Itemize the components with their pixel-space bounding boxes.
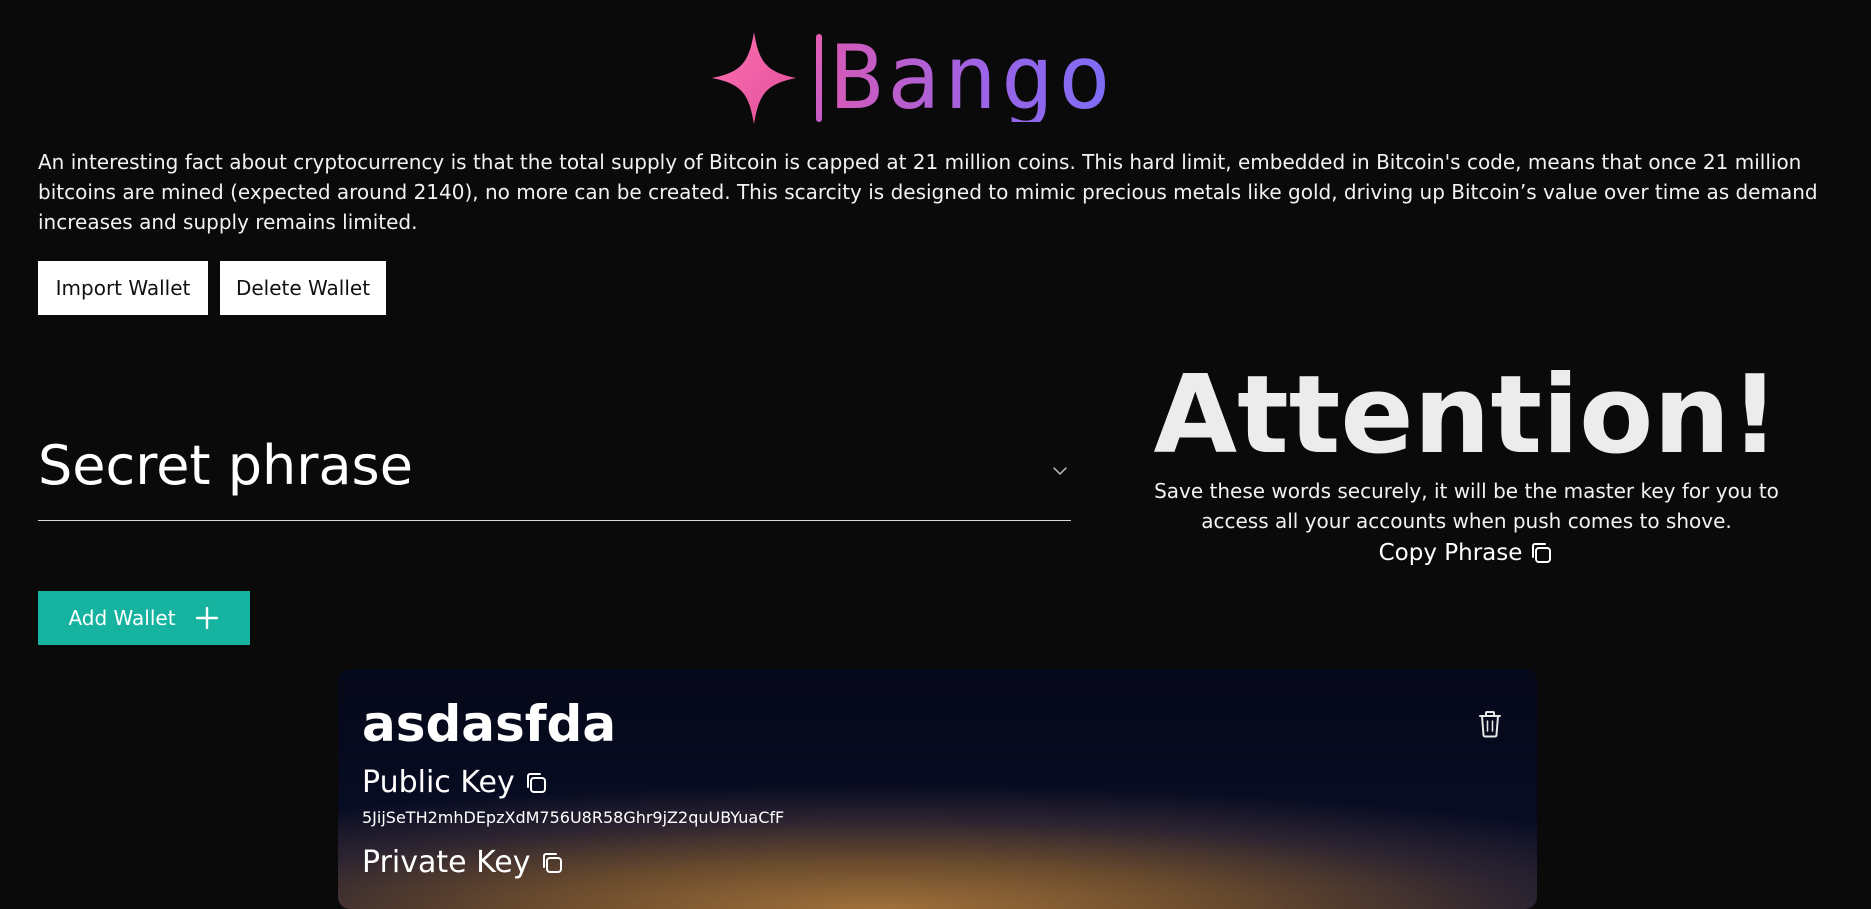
attention-message: Save these words securely, it will be th… [1154, 479, 1779, 533]
copy-phrase-label: Copy Phrase [1378, 540, 1523, 566]
wallet-card: asdasfda Public Key 5JijSeTH2mhDEpzXdM75… [338, 669, 1537, 909]
public-key-label: Public Key [362, 765, 515, 800]
attention-panel: Attention! Save these words securely, it… [1130, 353, 1803, 567]
copy-private-key-icon[interactable] [539, 850, 565, 876]
plus-icon [195, 606, 218, 630]
public-key-row: Public Key [362, 765, 549, 800]
logo-text: Bango [830, 26, 1115, 129]
add-wallet-label: Add Wallet [68, 606, 176, 630]
logo-divider [816, 34, 822, 122]
import-wallet-button[interactable]: Import Wallet [38, 261, 208, 315]
chevron-down-icon[interactable] [1051, 462, 1069, 480]
private-key-row: Private Key [362, 845, 565, 880]
copy-phrase-button[interactable]: Copy Phrase [1379, 540, 1555, 566]
wallet-name: asdasfda [362, 695, 617, 753]
secret-phrase-title: Secret phrase [38, 434, 413, 497]
secret-phrase-accordion[interactable]: Secret phrase [38, 420, 1071, 521]
delete-wallet-button[interactable]: Delete Wallet [220, 261, 386, 315]
trash-icon[interactable] [1477, 709, 1503, 739]
logo: Bango [712, 28, 1115, 128]
public-key-value: 5JijSeTH2mhDEpzXdM756U8R58Ghr9jZ2quUBYua… [362, 808, 785, 827]
copy-public-key-icon[interactable] [523, 770, 549, 796]
sparkle-icon [712, 32, 796, 124]
copy-icon [1532, 543, 1552, 563]
private-key-label: Private Key [362, 845, 531, 880]
add-wallet-button[interactable]: Add Wallet [38, 591, 250, 645]
attention-title: Attention! [1153, 353, 1780, 478]
crypto-fact-text: An interesting fact about cryptocurrency… [38, 150, 1818, 234]
